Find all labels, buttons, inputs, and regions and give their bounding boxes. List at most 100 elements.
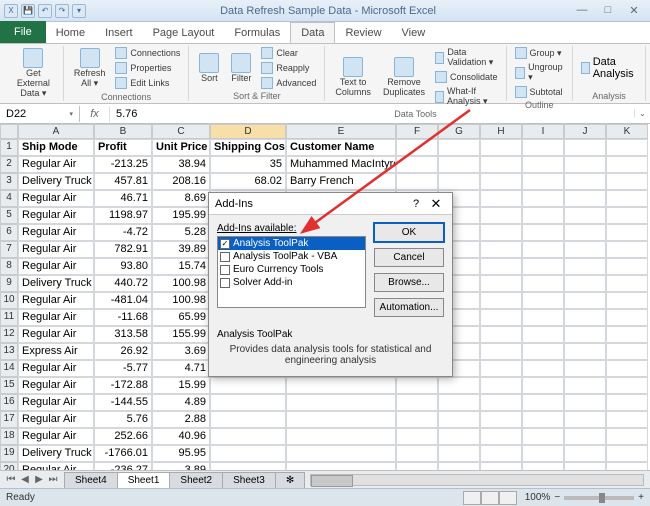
cell[interactable]: 95.95 <box>152 445 210 462</box>
remove-duplicates-button[interactable]: Remove Duplicates <box>379 55 429 100</box>
sheet-tab[interactable]: Sheet1 <box>117 472 171 488</box>
cell[interactable] <box>606 309 648 326</box>
cell[interactable] <box>522 445 564 462</box>
cell[interactable] <box>606 275 648 292</box>
edit-links-button[interactable]: Edit Links <box>113 76 182 90</box>
cell[interactable] <box>564 156 606 173</box>
normal-view-button[interactable] <box>463 491 481 505</box>
cell[interactable] <box>522 377 564 394</box>
tab-home[interactable]: Home <box>46 23 95 43</box>
cell[interactable] <box>480 207 522 224</box>
cell[interactable]: 38.94 <box>152 156 210 173</box>
cell[interactable]: Regular Air <box>18 309 94 326</box>
cell[interactable] <box>564 428 606 445</box>
row-header[interactable]: 12 <box>0 326 18 343</box>
cell[interactable] <box>480 292 522 309</box>
cell[interactable]: Regular Air <box>18 292 94 309</box>
cell[interactable] <box>438 428 480 445</box>
cell[interactable]: 2.88 <box>152 411 210 428</box>
cell[interactable]: 93.80 <box>94 258 152 275</box>
row-header[interactable]: 2 <box>0 156 18 173</box>
cancel-button[interactable]: Cancel <box>374 248 444 267</box>
properties-button[interactable]: Properties <box>113 61 182 75</box>
cell[interactable] <box>480 173 522 190</box>
tab-view[interactable]: View <box>392 23 436 43</box>
cell[interactable]: 252.66 <box>94 428 152 445</box>
cell[interactable] <box>606 156 648 173</box>
cell[interactable] <box>210 445 286 462</box>
cell[interactable]: Regular Air <box>18 428 94 445</box>
get-external-data-button[interactable]: Get External Data ▾ <box>10 46 57 101</box>
cell[interactable] <box>396 394 438 411</box>
cell[interactable] <box>606 241 648 258</box>
cell[interactable] <box>438 411 480 428</box>
cell[interactable]: 5.76 <box>94 411 152 428</box>
table-header-cell[interactable]: Ship Mode <box>18 139 94 156</box>
cell[interactable] <box>606 139 648 156</box>
cell[interactable]: -4.72 <box>94 224 152 241</box>
cell[interactable] <box>438 156 480 173</box>
page-layout-view-button[interactable] <box>481 491 499 505</box>
formula-bar[interactable]: 5.76 <box>110 106 634 122</box>
dialog-help-button[interactable]: ? <box>406 198 426 210</box>
cell[interactable] <box>396 156 438 173</box>
cell[interactable] <box>522 360 564 377</box>
cell[interactable] <box>210 411 286 428</box>
row-header[interactable]: 7 <box>0 241 18 258</box>
cell[interactable] <box>210 394 286 411</box>
cell[interactable] <box>606 394 648 411</box>
cell[interactable]: 100.98 <box>152 275 210 292</box>
column-header[interactable]: H <box>480 124 522 139</box>
cell[interactable] <box>606 411 648 428</box>
row-header[interactable]: 6 <box>0 224 18 241</box>
cell[interactable] <box>480 411 522 428</box>
cell[interactable] <box>564 411 606 428</box>
cell[interactable] <box>564 292 606 309</box>
cell[interactable]: 5.28 <box>152 224 210 241</box>
cell[interactable]: 1198.97 <box>94 207 152 224</box>
column-header[interactable]: G <box>438 124 480 139</box>
cell[interactable] <box>564 377 606 394</box>
sheet-tab[interactable]: Sheet3 <box>222 472 276 488</box>
fx-icon[interactable]: fx <box>80 106 110 122</box>
row-header[interactable]: 9 <box>0 275 18 292</box>
column-header[interactable]: K <box>606 124 648 139</box>
cell[interactable]: -5.77 <box>94 360 152 377</box>
cell[interactable]: Delivery Truck <box>18 173 94 190</box>
cell[interactable] <box>438 139 480 156</box>
cell[interactable] <box>480 190 522 207</box>
cell[interactable] <box>480 394 522 411</box>
cell[interactable] <box>606 360 648 377</box>
data-validation-button[interactable]: Data Validation ▾ <box>433 46 500 69</box>
cell[interactable]: 65.99 <box>152 309 210 326</box>
column-header[interactable]: J <box>564 124 606 139</box>
column-header[interactable]: B <box>94 124 152 139</box>
clear-button[interactable]: Clear <box>259 46 318 60</box>
cell[interactable] <box>438 394 480 411</box>
sort-button[interactable]: Sort <box>195 51 223 86</box>
column-header[interactable]: A <box>18 124 94 139</box>
cell[interactable] <box>606 258 648 275</box>
cell[interactable]: Muhammed MacIntyre <box>286 156 396 173</box>
checkbox-icon[interactable] <box>220 252 230 262</box>
consolidate-button[interactable]: Consolidate <box>433 70 500 84</box>
cell[interactable]: 8.69 <box>152 190 210 207</box>
cell[interactable] <box>210 428 286 445</box>
maximize-button[interactable]: □ <box>596 4 620 18</box>
cell[interactable] <box>564 360 606 377</box>
cell[interactable]: 457.81 <box>94 173 152 190</box>
cell[interactable] <box>522 275 564 292</box>
cell[interactable]: Express Air <box>18 343 94 360</box>
cell[interactable]: Regular Air <box>18 224 94 241</box>
filter-button[interactable]: Filter <box>227 51 255 86</box>
cell[interactable]: -11.68 <box>94 309 152 326</box>
cell[interactable]: 39.89 <box>152 241 210 258</box>
row-header[interactable]: 19 <box>0 445 18 462</box>
addin-item[interactable]: Euro Currency Tools <box>218 263 365 276</box>
zoom-level[interactable]: 100% <box>525 492 551 503</box>
cell[interactable] <box>480 156 522 173</box>
cell[interactable]: -172.88 <box>94 377 152 394</box>
cell[interactable] <box>522 292 564 309</box>
column-header[interactable]: F <box>396 124 438 139</box>
cell[interactable] <box>438 445 480 462</box>
